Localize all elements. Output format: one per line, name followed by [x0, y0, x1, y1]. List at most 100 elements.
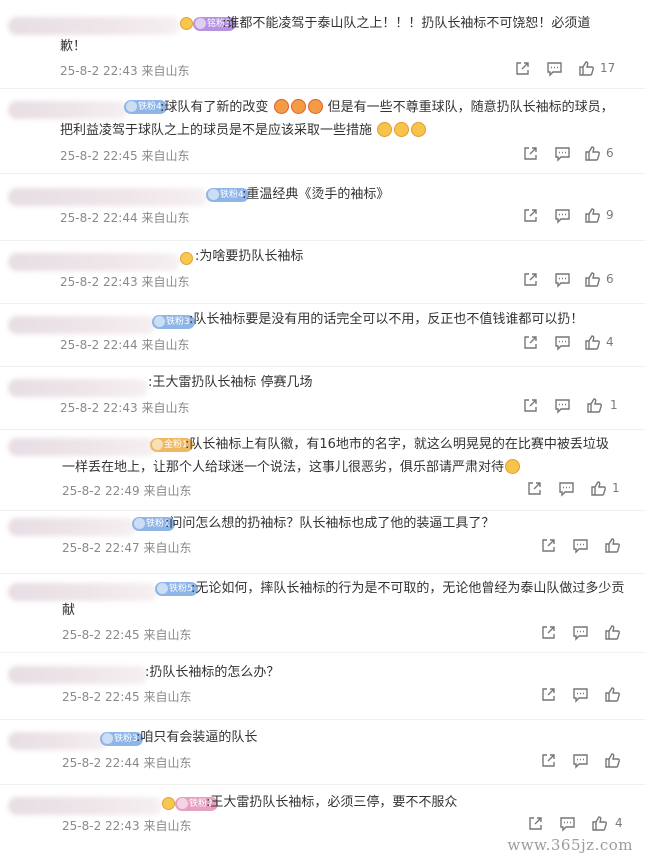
username-blurred[interactable]: [8, 797, 162, 815]
username-blurred[interactable]: [8, 188, 208, 206]
comment-meta: 25-8-2 22:43 来自山东: [60, 399, 189, 416]
comment-location: 来自山东: [141, 338, 190, 352]
badge-icon: [102, 733, 113, 744]
username-blurred[interactable]: [8, 666, 148, 684]
share-icon[interactable]: [526, 480, 543, 497]
thumbs-up-icon[interactable]: [591, 815, 608, 832]
comment-time: 25-8-2 22:44: [60, 338, 138, 352]
comment-location: 来自山东: [143, 819, 192, 833]
comment-icon[interactable]: [572, 624, 589, 641]
comment-actions: 9: [522, 207, 642, 225]
username-blurred[interactable]: [8, 732, 108, 750]
badge-icon: [154, 316, 165, 327]
comment-meta: 25-8-2 22:49 来自山东: [62, 482, 191, 499]
share-icon[interactable]: [522, 271, 539, 288]
fan-emoji-icon: [180, 252, 193, 265]
comment-text: :扔队长袖标的怎么办？: [145, 665, 280, 680]
username-blurred[interactable]: [8, 17, 180, 35]
thumbs-up-icon[interactable]: [604, 537, 621, 554]
share-icon[interactable]: [514, 60, 531, 77]
fan-emoji-icon: [180, 17, 193, 30]
comment-meta: 25-8-2 22:43 来自山东: [62, 817, 191, 834]
thumbs-up-icon[interactable]: [604, 686, 621, 703]
comment-meta: 25-8-2 22:45 来自山东: [60, 147, 189, 164]
comment-actions: 1: [526, 480, 641, 498]
share-icon[interactable]: [540, 752, 557, 769]
thumbs-up-icon[interactable]: [584, 271, 601, 288]
comment-icon[interactable]: [572, 537, 589, 554]
share-icon[interactable]: [540, 537, 557, 554]
badge-icon: [126, 101, 137, 112]
comment-text: :无论如何，摔队长袖标的行为是不可取的，无论他曾经为泰山队做过多少贡: [191, 581, 625, 596]
comment-actions: 1: [522, 397, 642, 415]
like-count: 1: [610, 398, 618, 412]
thumbs-up-icon[interactable]: [586, 397, 603, 414]
share-icon[interactable]: [522, 334, 539, 351]
sad-face-emoji-icon: [411, 122, 427, 137]
comment-location: 来自山东: [141, 64, 190, 78]
comment-meta: 25-8-2 22:47 来自山东: [62, 539, 191, 556]
comment-icon[interactable]: [554, 145, 571, 162]
thumbs-up-icon[interactable]: [584, 145, 601, 162]
username-blurred[interactable]: [8, 583, 158, 601]
comment-icon[interactable]: [554, 207, 571, 224]
comment-text: :问问怎么想的扔袖标？队长袖标也成了他的装逼工具了？: [165, 516, 495, 531]
badge-icon: [208, 189, 219, 200]
comment-icon[interactable]: [554, 397, 571, 414]
angry-face-emoji-icon: [307, 99, 323, 114]
like-count: 17: [600, 61, 616, 75]
like-count: 9: [606, 208, 614, 222]
share-icon[interactable]: [540, 624, 557, 641]
comment-meta: 25-8-2 22:43 来自山东: [60, 62, 189, 79]
comment-text: :队长袖标要是没有用的话完全可以不用，反正也不值钱谁都可以扔！: [189, 312, 584, 327]
thumbs-up-icon[interactable]: [604, 624, 621, 641]
smile-face-emoji-icon: [505, 459, 521, 474]
comment-icon[interactable]: [546, 60, 563, 77]
username-blurred[interactable]: [8, 518, 136, 536]
comment-item: 铁粉3 :咱只有会装逼的队长 25-8-2 22:44 来自山东: [0, 720, 645, 784]
badge-icon: [134, 518, 145, 529]
like-count: 6: [606, 272, 614, 286]
share-icon[interactable]: [522, 145, 539, 162]
comment-item: 铭粉3 :谁都不能凌驾于泰山队之上！！！扔队长袖标不可饶恕！必须道 歉！ 25-…: [0, 0, 645, 88]
comment-item: 金粉1 :队长袖标上有队徽，有16地市的名字，就这么明晃晃的在比赛中被丢垃圾 一…: [0, 430, 645, 510]
comment-text-part: :球队有了新的改变: [160, 100, 269, 115]
comment-actions: [540, 624, 640, 642]
username-blurred[interactable]: [8, 316, 156, 334]
watermark: www.365jz.com: [507, 836, 633, 854]
comment-text-continued: 一样丢在地上，让那个人给球迷一个说法，这事儿很恶劣，俱乐部请严肃对待: [62, 458, 521, 478]
share-icon[interactable]: [522, 397, 539, 414]
thumbs-up-icon[interactable]: [604, 752, 621, 769]
badge-icon: [177, 798, 188, 809]
username-blurred[interactable]: [8, 101, 128, 119]
comment-time: 25-8-2 22:45: [62, 690, 140, 704]
comment-text-part: 但是有一些不尊重球队，随意扔队长袖标的球员，: [327, 100, 614, 115]
comment-actions: 17: [514, 60, 634, 78]
comment-meta: 25-8-2 22:45 来自山东: [62, 626, 191, 643]
thumbs-up-icon[interactable]: [584, 207, 601, 224]
comment-actions: 6: [522, 145, 642, 163]
share-icon[interactable]: [527, 815, 544, 832]
username-blurred[interactable]: [8, 379, 148, 397]
sad-face-emoji-icon: [377, 122, 393, 137]
comment-location: 来自山东: [141, 275, 190, 289]
comment-text: :王大雷扔队长袖标，必须三停，要不不服众: [206, 795, 458, 810]
comment-icon[interactable]: [558, 480, 575, 497]
comment-icon[interactable]: [554, 334, 571, 351]
username-blurred[interactable]: [8, 438, 156, 456]
username-blurred[interactable]: [8, 253, 180, 271]
sad-face-emoji-icon: [394, 122, 410, 137]
comment-text: :咱只有会装逼的队长: [136, 730, 258, 745]
comment-icon[interactable]: [572, 686, 589, 703]
comment-time: 25-8-2 22:43: [60, 401, 138, 415]
comment-icon[interactable]: [572, 752, 589, 769]
thumbs-up-icon[interactable]: [578, 60, 595, 77]
share-icon[interactable]: [540, 686, 557, 703]
comment-text: :队长袖标上有队徽，有16地市的名字，就这么明晃晃的在比赛中被丢垃圾: [185, 437, 609, 452]
share-icon[interactable]: [522, 207, 539, 224]
comment-icon[interactable]: [554, 271, 571, 288]
comment-location: 来自山东: [143, 541, 192, 555]
comment-icon[interactable]: [559, 815, 576, 832]
thumbs-up-icon[interactable]: [584, 334, 601, 351]
thumbs-up-icon[interactable]: [590, 480, 607, 497]
